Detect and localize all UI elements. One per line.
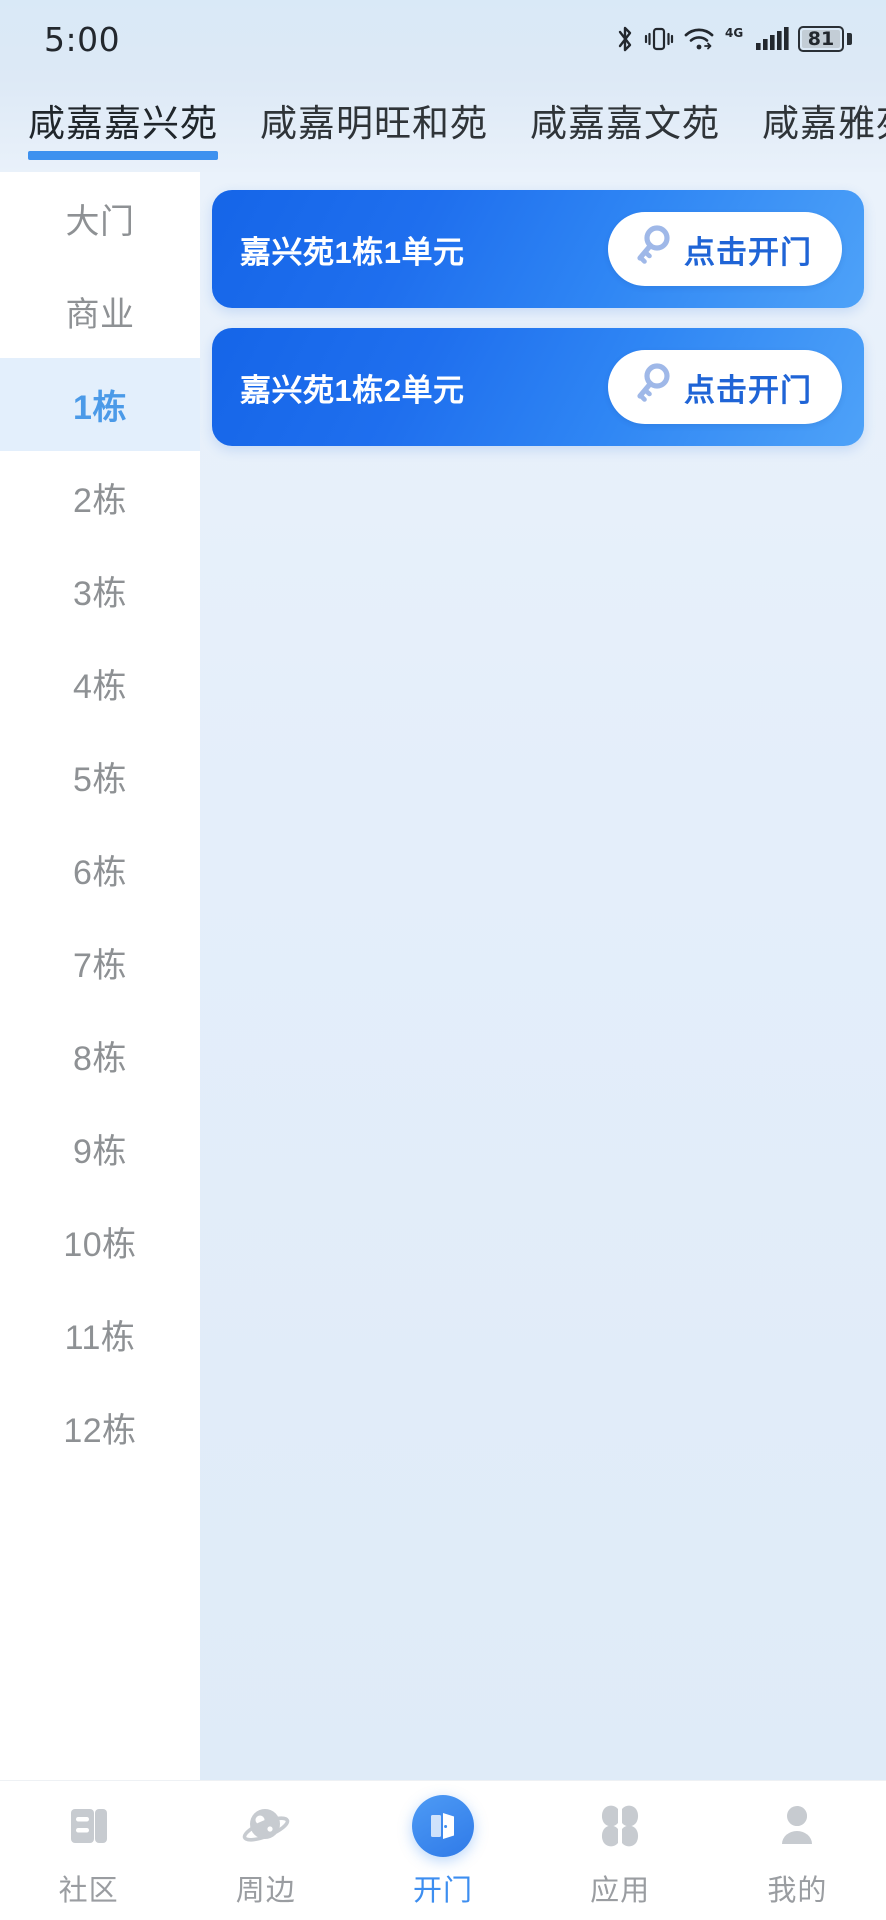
sidebar-item-13[interactable]: 12栋 [0,1381,200,1474]
sidebar-item-label: 3栋 [73,575,127,613]
tab-label: 咸嘉明旺和苑 [260,102,488,144]
sidebar-item-label: 7栋 [73,947,127,985]
sidebar-item-7[interactable]: 6栋 [0,823,200,916]
signal-bars-icon [755,24,789,54]
status-icon-group: 4G 81 [615,24,852,54]
sidebar-item-4[interactable]: 3栋 [0,544,200,637]
sidebar-item-9[interactable]: 8栋 [0,1009,200,1102]
sidebar-item-8[interactable]: 7栋 [0,916,200,1009]
sidebar-item-label: 1栋 [73,389,127,427]
sidebar-item-label: 6栋 [73,854,127,892]
bluetooth-icon [615,24,635,54]
apps-grid-icon [589,1795,651,1857]
sidebar-item-10[interactable]: 9栋 [0,1102,200,1195]
sidebar-item-label: 9栋 [73,1133,127,1171]
door-card-0[interactable]: 嘉兴苑1栋1单元 点击开门 [212,190,864,308]
network-4g-icon: 4G [724,24,746,54]
tab-community-2[interactable]: 咸嘉嘉文苑 [530,105,720,146]
sidebar-item-label: 4栋 [73,668,127,706]
nav-item-profile[interactable]: 我的 [722,1795,872,1909]
sidebar-item-label: 8栋 [73,1040,127,1078]
svg-text:4G: 4G [725,26,743,40]
nav-label: 开门 [412,1875,473,1907]
battery-percent-label: 81 [807,28,835,50]
vibrate-icon [644,24,674,54]
tab-active-underline [28,150,218,160]
tab-label: 咸嘉雅苑 [762,102,886,144]
nav-item-community[interactable]: 社区 [14,1795,164,1909]
battery-icon: 81 [798,26,852,52]
tab-label: 咸嘉嘉兴苑 [28,102,218,144]
sidebar-item-label: 11栋 [64,1319,136,1357]
body-area: 大门 商业 1栋 2栋 3栋 4栋 5栋 6栋 7栋 8栋 9栋 10栋 11栋… [0,172,886,1780]
community-icon [58,1795,120,1857]
door-name: 嘉兴苑1栋2单元 [240,372,465,408]
status-bar: 5:00 4G 81 [0,0,886,78]
sidebar-item-11[interactable]: 10栋 [0,1195,200,1288]
profile-person-icon [766,1795,828,1857]
sidebar-item-label: 商业 [65,296,135,334]
sidebar-item-label: 12栋 [63,1412,137,1450]
door-card-1[interactable]: 嘉兴苑1栋2单元 点击开门 [212,328,864,446]
sidebar-item-12[interactable]: 11栋 [0,1288,200,1381]
nav-label: 周边 [235,1875,296,1907]
nav-item-apps[interactable]: 应用 [545,1795,695,1909]
tab-community-3[interactable]: 咸嘉雅苑 [762,105,886,146]
nav-item-nearby[interactable]: 周边 [191,1795,341,1909]
sidebar-item-label: 大门 [65,203,135,241]
key-icon [632,224,672,274]
open-door-button-label: 点击开门 [684,372,812,408]
tab-community-0[interactable]: 咸嘉嘉兴苑 [28,102,218,160]
tab-community-1[interactable]: 咸嘉明旺和苑 [260,105,488,146]
community-tab-bar[interactable]: 咸嘉嘉兴苑 咸嘉明旺和苑 咸嘉嘉文苑 咸嘉雅苑 [0,78,886,172]
door-open-icon [411,1795,474,1857]
sidebar-item-label: 5栋 [73,761,127,799]
sidebar-item-label: 2栋 [73,482,127,520]
open-door-button-1[interactable]: 点击开门 [608,350,842,424]
sidebar-item-5[interactable]: 4栋 [0,637,200,730]
key-icon [632,362,672,412]
nav-item-open-door[interactable]: 开门 [368,1795,518,1909]
open-door-button-label: 点击开门 [684,234,812,270]
sidebar-item-label: 10栋 [63,1226,137,1264]
nav-label: 社区 [58,1875,119,1907]
open-door-button-0[interactable]: 点击开门 [608,212,842,286]
building-sidebar[interactable]: 大门 商业 1栋 2栋 3栋 4栋 5栋 6栋 7栋 8栋 9栋 10栋 11栋… [0,172,200,1780]
tab-label: 咸嘉嘉文苑 [530,102,720,144]
door-list: 嘉兴苑1栋1单元 点击开门 嘉兴苑1栋2单元 点击开门 [200,172,886,1780]
sidebar-item-0[interactable]: 大门 [0,172,200,265]
door-open-icon-wrapper [411,1795,474,1857]
sidebar-item-2[interactable]: 1栋 [0,358,200,451]
bottom-navigation[interactable]: 社区 周边 开门 应用 我的 [0,1780,886,1920]
nav-label: 应用 [590,1875,651,1907]
nearby-planet-icon [235,1795,297,1857]
nav-label: 我的 [767,1875,828,1907]
sidebar-item-6[interactable]: 5栋 [0,730,200,823]
sidebar-item-1[interactable]: 商业 [0,265,200,358]
status-time: 5:00 [44,19,121,59]
sidebar-item-3[interactable]: 2栋 [0,451,200,544]
app-root: 5:00 4G 81 咸嘉嘉兴苑 咸嘉明旺和苑 咸嘉嘉文苑 咸嘉雅 大门 商业 … [0,0,886,1920]
wifi-icon [683,24,715,54]
door-name: 嘉兴苑1栋1单元 [240,234,465,270]
